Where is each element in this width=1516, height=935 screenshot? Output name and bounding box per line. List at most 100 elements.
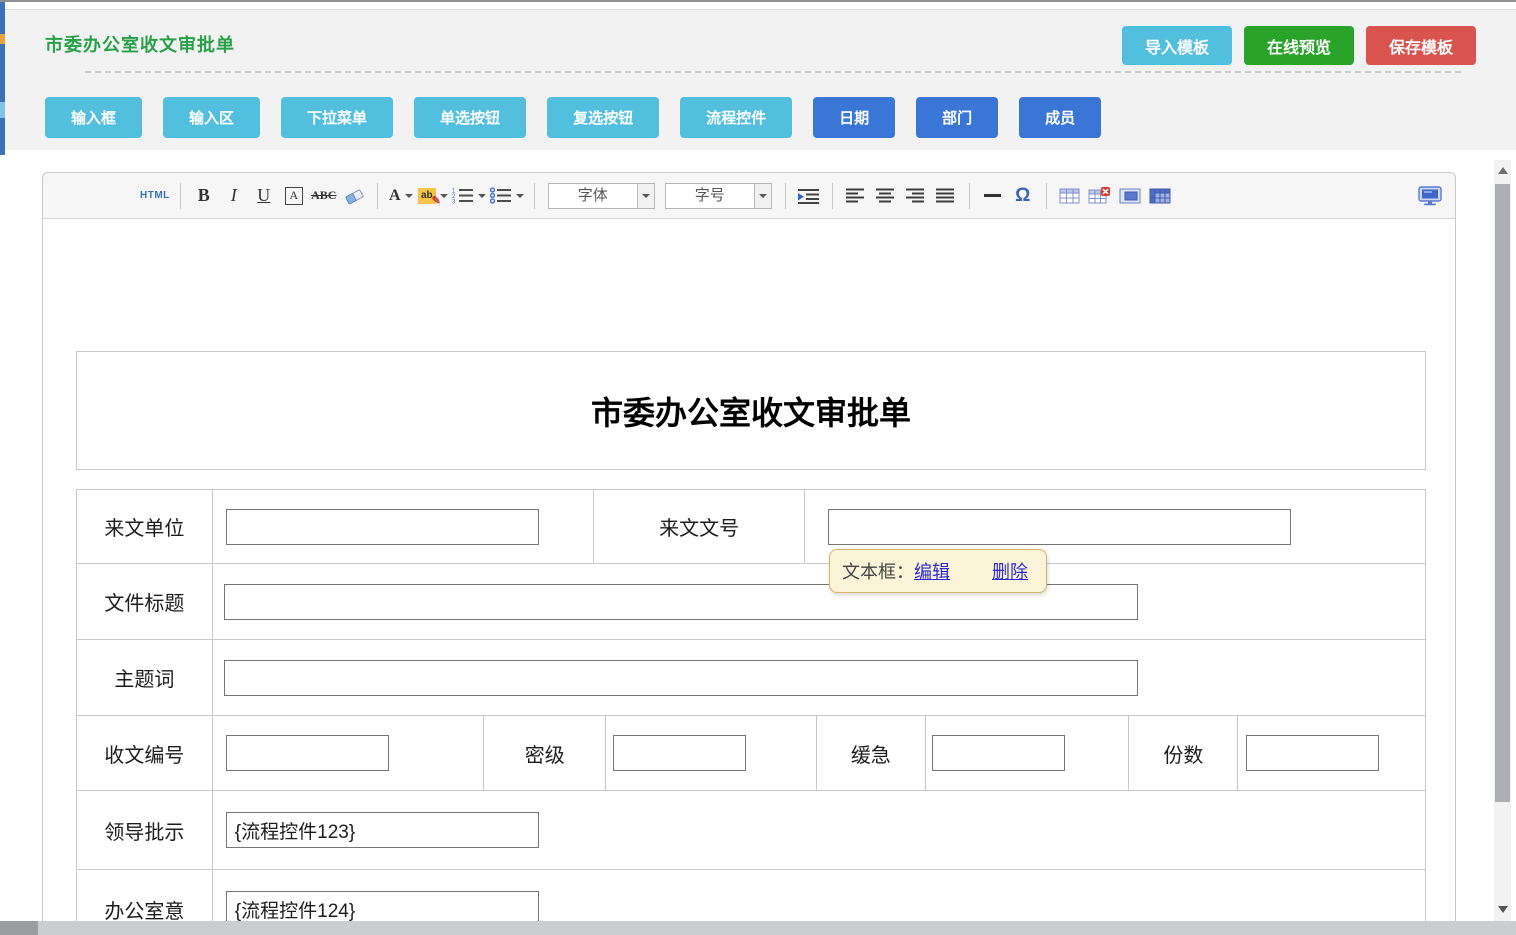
secrecy-level-input[interactable] (613, 735, 746, 771)
indent-icon (798, 188, 820, 204)
scrollbar-thumb[interactable] (1495, 184, 1510, 802)
scroll-up-button[interactable] (1494, 162, 1511, 178)
font-family-select[interactable]: 字体 (548, 183, 655, 209)
pencil-icon: ✎ (432, 194, 441, 207)
italic-button[interactable]: I (221, 182, 247, 210)
horizontal-rule-button[interactable] (980, 182, 1006, 210)
delete-table-button[interactable] (1087, 182, 1113, 210)
omega-icon: Ω (1015, 185, 1030, 207)
dashed-divider (85, 71, 1461, 73)
scroll-down-icon (1498, 906, 1508, 913)
font-family-value: 字体 (549, 184, 637, 208)
bold-button[interactable]: B (191, 182, 217, 210)
font-color-button[interactable]: A (388, 182, 414, 210)
indent-button[interactable] (796, 182, 822, 210)
online-preview-button[interactable]: 在线预览 (1244, 26, 1354, 65)
html-source-label: HTML (140, 190, 170, 201)
page-title: 市委办公室收文审批单 (45, 31, 235, 57)
html-source-button[interactable]: HTML (140, 182, 170, 210)
unordered-list-button[interactable] (490, 182, 524, 210)
widget-radio-button[interactable]: 单选按钮 (414, 97, 526, 138)
char-border-button[interactable]: A (281, 182, 307, 210)
secrecy-level-cell (606, 716, 817, 790)
font-size-arrow[interactable] (754, 184, 771, 208)
remove-format-button[interactable] (341, 182, 367, 210)
chevron-down-icon (642, 194, 650, 198)
office-opinion-cell (213, 870, 1425, 921)
copies-input[interactable] (1246, 735, 1379, 771)
align-right-button[interactable] (903, 182, 929, 210)
doc-number-input[interactable] (828, 509, 1291, 545)
widget-textarea-button[interactable]: 输入区 (163, 97, 260, 138)
urgency-input[interactable] (932, 735, 1065, 771)
align-center-button[interactable] (873, 182, 899, 210)
vertical-scrollbar[interactable] (1494, 160, 1511, 921)
import-template-button[interactable]: 导入模板 (1122, 26, 1232, 65)
doc-number-label: 来文文号 (594, 490, 805, 563)
doc-title-label: 文件标题 (77, 564, 213, 639)
toolbar-separator (832, 183, 833, 209)
editor-toolbar: HTML B I U A ABC A ab ✎ (43, 173, 1455, 219)
doc-title-cell (213, 564, 1425, 639)
secrecy-level-label: 密级 (484, 716, 606, 790)
window-top-edge (0, 0, 1516, 2)
urgency-cell (926, 716, 1130, 790)
edit-link[interactable]: 编辑 (914, 558, 950, 584)
align-justify-icon (936, 188, 955, 203)
eraser-icon (343, 187, 365, 205)
chevron-down-icon (759, 194, 767, 198)
chevron-down-icon (440, 194, 448, 198)
widget-checkbox-button[interactable]: 复选按钮 (547, 97, 659, 138)
fullscreen-button[interactable] (1417, 182, 1443, 210)
table-props-button[interactable] (1147, 182, 1173, 210)
source-unit-cell (213, 490, 594, 563)
toolbar-separator (785, 183, 786, 209)
subject-word-cell (213, 640, 1425, 715)
table-row-numbers: 收文编号 密级 缓急 份数 (76, 716, 1426, 791)
underline-button[interactable]: U (251, 182, 277, 210)
widget-input-box-button[interactable]: 输入框 (45, 97, 142, 138)
char-border-icon: A (285, 187, 303, 205)
source-unit-input[interactable] (226, 509, 539, 545)
chevron-down-icon (478, 194, 486, 198)
strikethrough-button[interactable]: ABC (311, 182, 337, 210)
table-row-source: 来文单位 来文文号 (76, 489, 1426, 564)
widget-member-button[interactable]: 成员 (1019, 97, 1101, 138)
save-template-button[interactable]: 保存模板 (1366, 26, 1476, 65)
subject-word-input[interactable] (224, 660, 1138, 696)
tooltip-prefix: 文本框： (842, 558, 914, 584)
highlight-icon: ab ✎ (418, 188, 436, 204)
table-props-icon (1149, 187, 1171, 205)
receipt-number-label: 收文编号 (77, 716, 213, 790)
widget-flow-control-button[interactable]: 流程控件 (680, 97, 792, 138)
office-opinion-input[interactable] (226, 891, 539, 921)
receipt-number-cell (213, 716, 485, 790)
scroll-down-button[interactable] (1494, 901, 1511, 917)
widget-dropdown-button[interactable]: 下拉菜单 (281, 97, 393, 138)
rich-text-editor: HTML B I U A ABC A ab ✎ (42, 172, 1456, 921)
special-char-button[interactable]: Ω (1010, 182, 1036, 210)
toolbar-separator (969, 183, 970, 209)
copies-cell (1238, 716, 1425, 790)
align-left-button[interactable] (843, 182, 869, 210)
font-family-arrow[interactable] (637, 184, 654, 208)
align-justify-button[interactable] (933, 182, 959, 210)
font-color-icon: A (389, 187, 401, 205)
widget-date-button[interactable]: 日期 (813, 97, 895, 138)
ordered-list-button[interactable]: 1 2 3 (452, 182, 486, 210)
table-row-leader: 领导批示 (76, 791, 1426, 870)
highlight-color-button[interactable]: ab ✎ (418, 182, 448, 210)
leader-instruction-label: 领导批示 (77, 791, 213, 869)
table-cell-props-button[interactable] (1117, 182, 1143, 210)
insert-table-button[interactable] (1057, 182, 1083, 210)
leader-instruction-input[interactable] (226, 812, 539, 848)
form-table: 来文单位 来文文号 文件标题 主题词 收文编号 密 (76, 489, 1426, 921)
window-bottom-edge (0, 921, 1516, 935)
widget-department-button[interactable]: 部门 (916, 97, 998, 138)
receipt-number-input[interactable] (226, 735, 389, 771)
delete-link[interactable]: 删除 (992, 558, 1028, 584)
align-right-icon (906, 188, 925, 203)
font-size-select[interactable]: 字号 (665, 183, 772, 209)
monitor-icon (1417, 186, 1443, 206)
table-row-subject: 主题词 (76, 640, 1426, 716)
